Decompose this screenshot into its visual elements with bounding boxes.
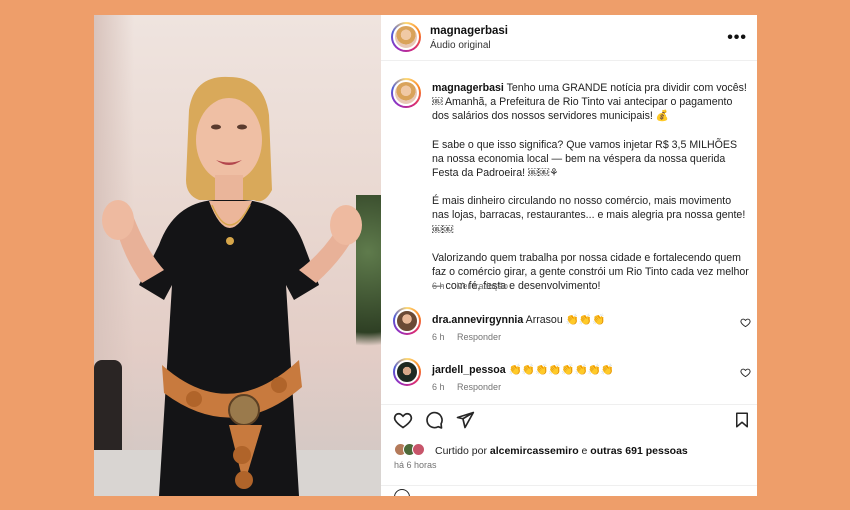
likes-middle: e [581,445,588,457]
comment-username[interactable]: dra.annevirgynnia [432,314,523,326]
liker-avatars[interactable] [394,443,436,457]
post-header: magnagerbasi Áudio original ••• [381,15,757,61]
caption-meta: 6 h Ver tradução [432,281,518,291]
author-username[interactable]: magnagerbasi [430,25,508,37]
share-icon[interactable] [455,410,475,430]
comment-time: 6 h [432,382,445,392]
comment-icon[interactable] [424,410,444,430]
comment-text: Arrasou 👏👏👏 [525,314,606,326]
action-bar [381,410,757,432]
caption-username[interactable]: magnagerbasi [432,82,504,94]
likes-summary[interactable]: Curtido por alcemircassemiro e outras 69… [435,445,688,457]
likes-prefix: Curtido por [435,445,487,457]
save-icon[interactable] [733,410,751,430]
more-icon[interactable]: ••• [727,29,747,47]
divider [381,404,757,405]
comment-heart-icon[interactable] [740,317,751,328]
emoji-icon[interactable] [394,489,410,496]
post-panel: magnagerbasi Áudio original ••• magnager… [381,15,757,496]
post-caption: magnagerbasi Tenho uma GRANDE notícia pr… [432,81,750,307]
commenter-avatar[interactable] [393,307,421,335]
comment-item: jardell_pessoa 👏👏👏👏👏👏👏👏 [432,363,614,376]
heart-icon[interactable] [393,410,413,430]
caption-paragraph-2: E sabe o que isso significa? Que vamos i… [432,138,738,180]
comment-username[interactable]: jardell_pessoa [432,364,506,376]
divider [381,485,757,486]
reply-link[interactable]: Responder [457,382,501,392]
audio-label[interactable]: Áudio original [430,40,491,51]
post-video-frame[interactable] [94,15,381,496]
comment-text: 👏👏👏👏👏👏👏👏 [508,364,615,376]
translate-link[interactable]: Ver tradução [457,281,508,291]
likes-others[interactable]: outras 691 pessoas [590,445,687,457]
comment-meta: 6 h Responder [432,382,511,392]
comment-heart-icon[interactable] [740,367,751,378]
commenter-avatar[interactable] [393,358,421,386]
likes-user[interactable]: alcemircassemiro [490,445,579,457]
comment-meta: 6 h Responder [432,332,511,342]
reply-link[interactable]: Responder [457,332,501,342]
caption-avatar[interactable] [391,78,421,108]
post-timestamp: há 6 horas [394,460,437,470]
caption-paragraph-3: É mais dinheiro circulando no nosso comé… [432,195,746,236]
comment-time: 6 h [432,332,445,342]
comment-item: dra.annevirgynnia Arrasou 👏👏👏 [432,313,605,326]
woman-figure [102,76,362,496]
caption-time: 6 h [432,281,445,291]
author-avatar[interactable] [391,22,421,52]
